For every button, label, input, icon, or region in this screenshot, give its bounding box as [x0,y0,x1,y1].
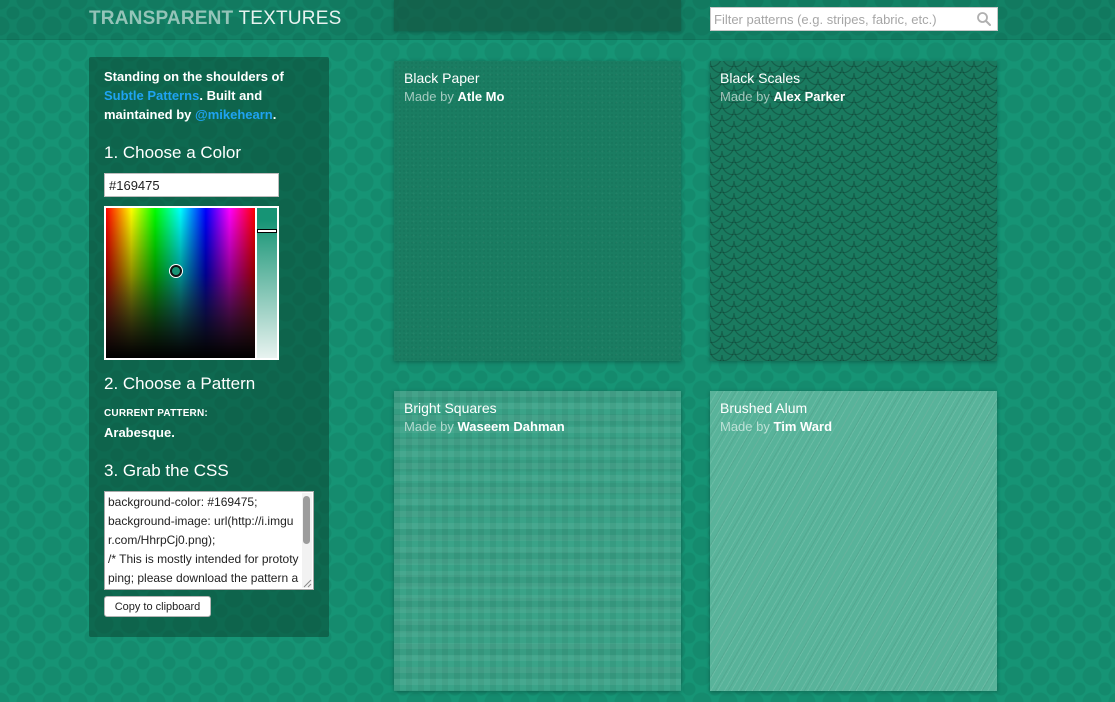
resize-grip-icon[interactable] [303,579,312,588]
brightness-slider-handle[interactable] [257,229,277,233]
pattern-author-line: Made by Alex Parker [720,89,845,104]
step2-heading: 2. Choose a Pattern [104,374,256,393]
search-box [710,7,998,31]
color-hex-input[interactable] [104,173,279,197]
pattern-tile[interactable]: Bright Squares Made by Waseem Dahman [394,391,681,691]
pattern-author: Waseem Dahman [457,419,565,434]
made-by-label: Made by [720,89,770,104]
site-logo[interactable]: TRANSPARENT TEXTURES [89,8,341,30]
made-by-label: Made by [404,89,454,104]
made-by-label: Made by [720,419,770,434]
author-link[interactable]: @mikehearn [195,107,273,122]
subtle-patterns-link[interactable]: Subtle Patterns [104,88,199,103]
copy-to-clipboard-button[interactable]: Copy to clipboard [104,596,211,617]
intro-prefix: Standing on the shoulders of [104,69,284,84]
brightness-slider[interactable] [257,208,277,358]
pattern-author: Tim Ward [773,419,833,434]
logo-part-transparent: TRANSPARENT [89,8,234,29]
pattern-name: Brushed Alum [720,400,808,416]
textarea-scrollbar[interactable] [302,493,312,588]
pattern-author-line: Made by Atle Mo [404,89,504,104]
logo-part-textures: TEXTURES [238,8,342,29]
sidebar-panel: Standing on the shoulders of Subtle Patt… [89,57,329,637]
pattern-name: Black Paper [404,70,480,86]
intro-suffix: . [272,107,277,122]
pattern-author: Alex Parker [773,89,846,104]
pattern-tile[interactable]: Brushed Alum Made by Tim Ward [710,391,997,691]
css-code-textarea[interactable]: background-color: #169475; background-im… [104,491,314,590]
css-code-text[interactable]: background-color: #169475; background-im… [105,492,313,589]
search-icon[interactable] [976,11,992,27]
pattern-name: Black Scales [720,70,801,86]
current-pattern-value: Arabesque. [104,425,175,440]
pattern-tile-partial[interactable] [394,0,681,31]
pattern-author-line: Made by Waseem Dahman [404,419,565,434]
textarea-scroll-thumb[interactable] [303,496,310,544]
search-input[interactable] [711,8,973,30]
pattern-tile[interactable]: Black Paper Made by Atle Mo [394,61,681,361]
made-by-label: Made by [404,419,454,434]
pattern-author: Atle Mo [457,89,505,104]
color-picker[interactable] [104,206,279,360]
top-bar: TRANSPARENT TEXTURES [0,0,1115,40]
current-pattern-label: CURRENT PATTERN: [104,408,208,419]
step1-heading: 1. Choose a Color [104,143,242,162]
color-picker-knob[interactable] [170,265,182,277]
pattern-author-line: Made by Tim Ward [720,419,832,434]
pattern-tile[interactable]: Black Scales Made by Alex Parker [710,61,997,361]
pattern-name: Bright Squares [404,400,497,416]
step3-heading: 3. Grab the CSS [104,461,229,480]
intro-text: Standing on the shoulders of Subtle Patt… [104,67,319,124]
saturation-value-area[interactable] [106,208,255,358]
